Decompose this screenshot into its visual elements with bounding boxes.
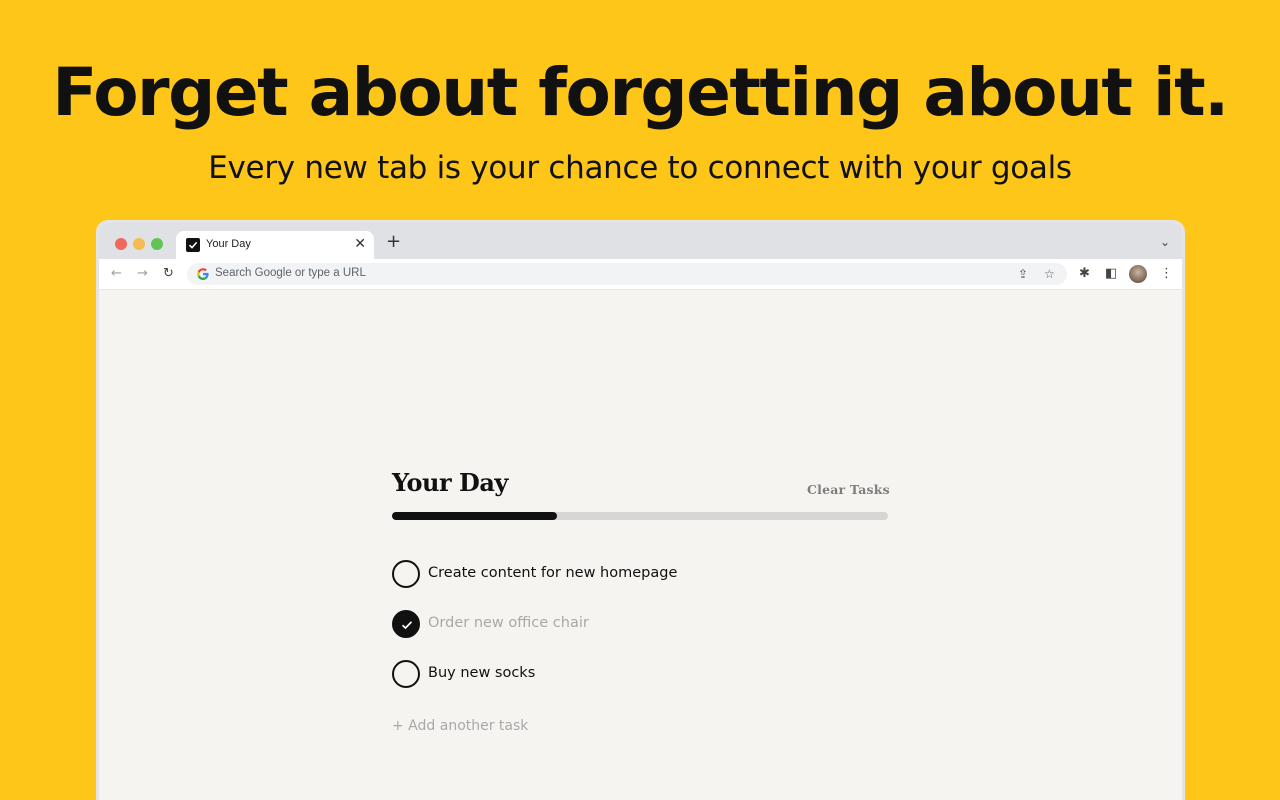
tab-title: Your Day bbox=[206, 238, 251, 250]
tab-your-day[interactable]: Your Day ✕ bbox=[176, 231, 374, 259]
browser-toolbar: ← → ↻ Search Google or type a URL ⇪ ☆ ✱ … bbox=[99, 259, 1182, 290]
star-icon[interactable]: ☆ bbox=[1044, 266, 1055, 282]
checkbox-favicon-icon bbox=[186, 238, 200, 252]
minimize-window-button[interactable] bbox=[133, 238, 145, 250]
side-panel-icon[interactable]: ◧ bbox=[1105, 265, 1117, 283]
tab-close-icon[interactable]: ✕ bbox=[354, 236, 366, 252]
progress-fill bbox=[392, 512, 558, 520]
task-checkbox-checked[interactable] bbox=[392, 610, 420, 638]
browser-window: Your Day ✕ + ⌄ ← → ↻ Search Google or ty… bbox=[96, 220, 1185, 800]
task-checkbox[interactable] bbox=[392, 560, 420, 588]
forward-arrow-icon[interactable]: → bbox=[137, 265, 148, 283]
check-icon bbox=[401, 621, 413, 630]
tab-search-chevron-icon[interactable]: ⌄ bbox=[1160, 235, 1170, 249]
task-item: Create content for new homepage bbox=[392, 560, 712, 589]
extensions-icon[interactable]: ✱ bbox=[1079, 265, 1090, 283]
back-arrow-icon[interactable]: ← bbox=[111, 265, 122, 283]
task-label[interactable]: Order new office chair bbox=[428, 615, 589, 631]
profile-avatar[interactable] bbox=[1129, 265, 1147, 283]
tab-strip: Your Day ✕ + ⌄ bbox=[99, 223, 1182, 259]
share-icon[interactable]: ⇪ bbox=[1018, 266, 1028, 282]
close-window-button[interactable] bbox=[115, 238, 127, 250]
omnibox[interactable]: Search Google or type a URL ⇪ ☆ bbox=[187, 263, 1067, 285]
task-label[interactable]: Create content for new homepage bbox=[428, 565, 677, 581]
menu-icon[interactable]: ⋮ bbox=[1160, 265, 1173, 283]
page-title: Your Day bbox=[392, 468, 508, 497]
task-label[interactable]: Buy new socks bbox=[428, 665, 535, 681]
maximize-window-button[interactable] bbox=[151, 238, 163, 250]
task-checkbox[interactable] bbox=[392, 660, 420, 688]
add-task-button[interactable]: + Add another task bbox=[392, 718, 528, 734]
progress-bar bbox=[392, 512, 888, 520]
omnibox-placeholder: Search Google or type a URL bbox=[215, 267, 366, 279]
google-g-icon bbox=[197, 268, 209, 280]
new-tab-page: Your Day Clear Tasks Create content for … bbox=[99, 290, 1182, 800]
task-item: Buy new socks bbox=[392, 660, 572, 689]
clear-tasks-button[interactable]: Clear Tasks bbox=[807, 482, 890, 497]
task-item: Order new office chair bbox=[392, 610, 612, 639]
hero-headline: Forget about forgetting about it. bbox=[52, 54, 1229, 131]
reload-icon[interactable]: ↻ bbox=[163, 265, 174, 283]
hero-subheadline: Every new tab is your chance to connect … bbox=[208, 150, 1072, 186]
new-tab-button[interactable]: + bbox=[386, 232, 401, 252]
